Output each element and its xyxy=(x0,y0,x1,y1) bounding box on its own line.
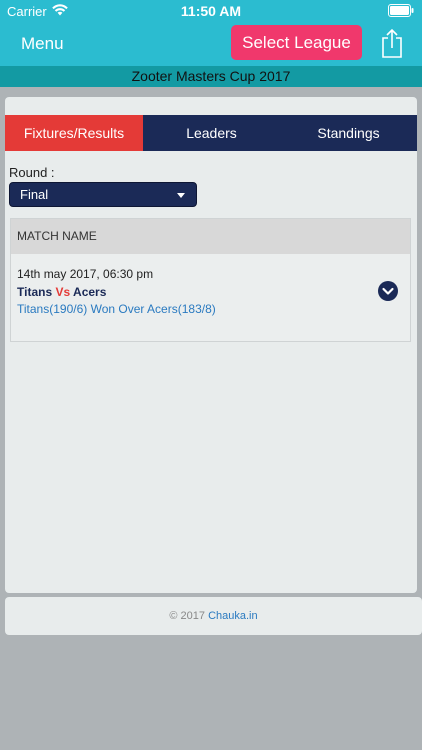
content-card: Fixtures/Results Leaders Standings Round… xyxy=(5,97,417,593)
match-teams: Titans Vs Acers xyxy=(17,285,106,299)
menu-button[interactable]: Menu xyxy=(21,34,64,54)
match-table: MATCH NAME 14th may 2017, 06:30 pm Titan… xyxy=(10,218,411,342)
league-title: Zooter Masters Cup 2017 xyxy=(0,66,422,87)
table-header-match-name: MATCH NAME xyxy=(11,219,410,254)
footer-copyright: © 2017 xyxy=(169,610,206,622)
tab-leaders[interactable]: Leaders xyxy=(143,115,280,151)
team-a: Titans xyxy=(17,285,53,299)
vs-label: Vs xyxy=(55,285,71,299)
battery-icon xyxy=(388,4,414,17)
nav-bar: Menu Select League xyxy=(0,22,422,66)
select-league-button[interactable]: Select League xyxy=(231,25,362,60)
share-icon[interactable] xyxy=(380,28,404,58)
round-label: Round : xyxy=(9,165,55,180)
footer: © 2017 Chauka.in xyxy=(5,597,422,635)
tab-bar: Fixtures/Results Leaders Standings xyxy=(5,115,417,151)
footer-link[interactable]: Chauka.in xyxy=(208,610,258,622)
tab-standings[interactable]: Standings xyxy=(280,115,417,151)
chevron-down-icon[interactable] xyxy=(378,281,398,301)
match-result: Titans(190/6) Won Over Acers(183/8) xyxy=(17,302,216,316)
tab-fixtures-results[interactable]: Fixtures/Results xyxy=(5,115,143,151)
match-date: 14th may 2017, 06:30 pm xyxy=(17,267,154,281)
caret-down-icon xyxy=(177,193,185,198)
round-select[interactable]: Final xyxy=(9,182,197,207)
status-time: 11:50 AM xyxy=(180,3,242,19)
round-select-value: Final xyxy=(20,187,49,202)
team-b: Acers xyxy=(73,285,107,299)
status-bar: Carrier 11:50 AM xyxy=(0,0,422,22)
